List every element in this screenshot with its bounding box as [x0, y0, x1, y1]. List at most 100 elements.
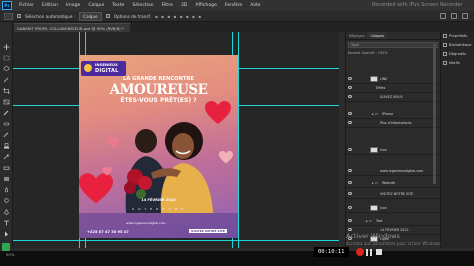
canvas-area[interactable]: INGENIEUX DIGITAL LA GRANDE RENCONTRE AM… [13, 32, 339, 248]
history-brush-tool-icon[interactable] [3, 154, 10, 160]
status-strip [0, 248, 474, 251]
pause-icon[interactable] [366, 249, 373, 256]
brand-name-bottom: DIGITAL [95, 68, 119, 74]
pen-tool-icon[interactable] [3, 209, 10, 215]
panel-patterns[interactable]: Motifs [441, 59, 474, 68]
menu-selection[interactable]: Sélection [128, 3, 157, 8]
dodge-tool-icon[interactable] [3, 198, 10, 204]
layer-group-row[interactable]: ▸ ▭ Website [346, 179, 441, 188]
marquee-tool-icon[interactable] [3, 55, 10, 61]
layer-row[interactable]: Icon [346, 146, 441, 155]
layer-name: www.ingenieuxdigital.com [380, 169, 424, 173]
type-tool-icon[interactable] [3, 220, 10, 226]
tab-adjustments[interactable]: Réglages [346, 32, 367, 39]
poster-artwork[interactable]: INGENIEUX DIGITAL LA GRANDE RENCONTRE AM… [79, 55, 238, 238]
menu-fichier[interactable]: Fichier [15, 3, 38, 8]
cta-text: VISITEZ NOTRE SITE [189, 229, 227, 233]
windows-activation-subtext: Accédez aux paramètres pour activer Wind… [346, 241, 442, 246]
visibility-eye-icon[interactable] [348, 181, 352, 184]
blend-mode-opacity[interactable]: Normal Opacité : 100% [348, 50, 438, 56]
brand-logo: INGENIEUX DIGITAL [81, 61, 126, 76]
recorder-app-icon[interactable] [2, 243, 10, 251]
move-tool-preset-icon[interactable] [4, 12, 13, 20]
path-select-tool-icon[interactable] [3, 231, 10, 237]
photoshop-window: Ps Fichier Edition Image Calque Texte Sé… [0, 0, 474, 266]
event-date: 14 FÉVRIER 2022 [141, 198, 176, 202]
crop-tool-icon[interactable] [3, 88, 10, 94]
auto-select-checkbox[interactable] [17, 14, 21, 18]
healing-brush-tool-icon[interactable] [3, 121, 10, 127]
visibility-eye-icon[interactable] [348, 148, 352, 151]
tab-layers[interactable]: Calques [367, 32, 388, 39]
menu-3d[interactable]: 3D [177, 3, 191, 8]
quick-select-tool-icon[interactable] [3, 77, 10, 83]
layer-row[interactable]: SUIVEZ NOUS [346, 93, 441, 102]
menu-image[interactable]: Image [62, 3, 84, 8]
brand-mark-icon [84, 64, 92, 72]
menu-texte[interactable]: Texte [108, 3, 128, 8]
layer-name: Website [382, 181, 396, 185]
headline-line-2: AMOUREUSE [109, 82, 208, 98]
heart-decoration-icon [107, 137, 119, 148]
layer-filter-input[interactable]: Type [348, 42, 438, 48]
visibility-eye-icon[interactable] [348, 86, 352, 89]
guide-horizontal[interactable] [13, 240, 339, 241]
headline-line-3: ÊTES-VOUS PRÊT(ES) ? [120, 97, 197, 104]
frame-tool-icon[interactable] [3, 99, 10, 105]
tools-panel [0, 22, 13, 248]
layer-row[interactable]: www.ingenieuxdigital.com [346, 167, 441, 176]
menu-aide[interactable]: Aide [246, 3, 264, 8]
auto-select-dropdown[interactable]: Calque [79, 11, 102, 21]
gradient-tool-icon[interactable] [3, 176, 10, 182]
app-logo[interactable]: Ps [2, 1, 12, 10]
visibility-eye-icon[interactable] [348, 95, 352, 98]
share-icon[interactable] [462, 13, 468, 19]
layer-row[interactable]: VISITEZ NOTRE SITE [346, 190, 441, 199]
layer-group-row[interactable]: ▸ ▭ iPhone [346, 110, 441, 119]
layers-scrollbar[interactable] [433, 44, 436, 184]
menu-filtre[interactable]: Filtre [158, 3, 177, 8]
clone-stamp-tool-icon[interactable] [3, 143, 10, 149]
layer-row[interactable]: LINE [346, 75, 441, 84]
visibility-eye-icon[interactable] [348, 206, 352, 209]
document-tab[interactable]: GABARIT PROFIL COLLABORATEUR.psd @ 50% (… [14, 23, 130, 32]
workspace-icon[interactable] [451, 13, 457, 19]
visibility-eye-icon[interactable] [348, 219, 352, 222]
folder-icon: ▸ ▭ [366, 219, 372, 223]
panel-libraries[interactable]: Bibliothèque [441, 41, 474, 50]
zoom-level[interactable]: 50% [6, 252, 14, 257]
status-bar: 50% [0, 248, 474, 266]
layer-name: VISITEZ NOTRE SITE [380, 192, 414, 196]
menu-affichage[interactable]: Affichage [191, 3, 221, 8]
layer-row[interactable]: Effets [346, 84, 441, 93]
blur-tool-icon[interactable] [3, 187, 10, 193]
guide-vertical[interactable] [238, 32, 239, 248]
phone-text: +225 07 47 35 95 47 [87, 230, 129, 234]
search-icon[interactable] [440, 13, 446, 19]
panel-gradients[interactable]: Dégradés [441, 50, 474, 59]
panel-properties[interactable]: Propriétés [441, 32, 474, 41]
visibility-eye-icon[interactable] [348, 112, 352, 115]
stop-icon[interactable] [376, 249, 382, 255]
move-tool-icon[interactable] [3, 44, 10, 50]
layer-row[interactable]: Icon [346, 204, 441, 213]
eraser-tool-icon[interactable] [3, 165, 10, 171]
visibility-eye-icon[interactable] [348, 192, 352, 195]
visibility-eye-icon[interactable] [348, 77, 352, 80]
align-icons[interactable]: ▪ ▪ ▪ ▪ ▪ ▪ ▪ ▪ [155, 14, 202, 19]
heart-decoration-icon [102, 167, 112, 176]
brush-tool-icon[interactable] [3, 132, 10, 138]
eyedropper-tool-icon[interactable] [3, 110, 10, 116]
record-icon[interactable] [356, 248, 364, 256]
visibility-eye-icon[interactable] [348, 121, 352, 124]
menu-fenetre[interactable]: Fenêtre [221, 3, 246, 8]
layer-group-row[interactable]: ▸ ▭ Text [346, 217, 441, 226]
layers-panel: Réglages Calques Type Normal Opacité : 1… [345, 32, 441, 248]
menu-edition[interactable]: Edition [38, 3, 62, 8]
visibility-eye-icon[interactable] [348, 228, 352, 231]
menu-calque[interactable]: Calque [84, 3, 108, 8]
lasso-tool-icon[interactable] [3, 66, 10, 72]
visibility-eye-icon[interactable] [348, 169, 352, 172]
layer-row[interactable]: Plus d'informations [346, 119, 441, 128]
transform-controls-checkbox[interactable] [105, 14, 110, 18]
